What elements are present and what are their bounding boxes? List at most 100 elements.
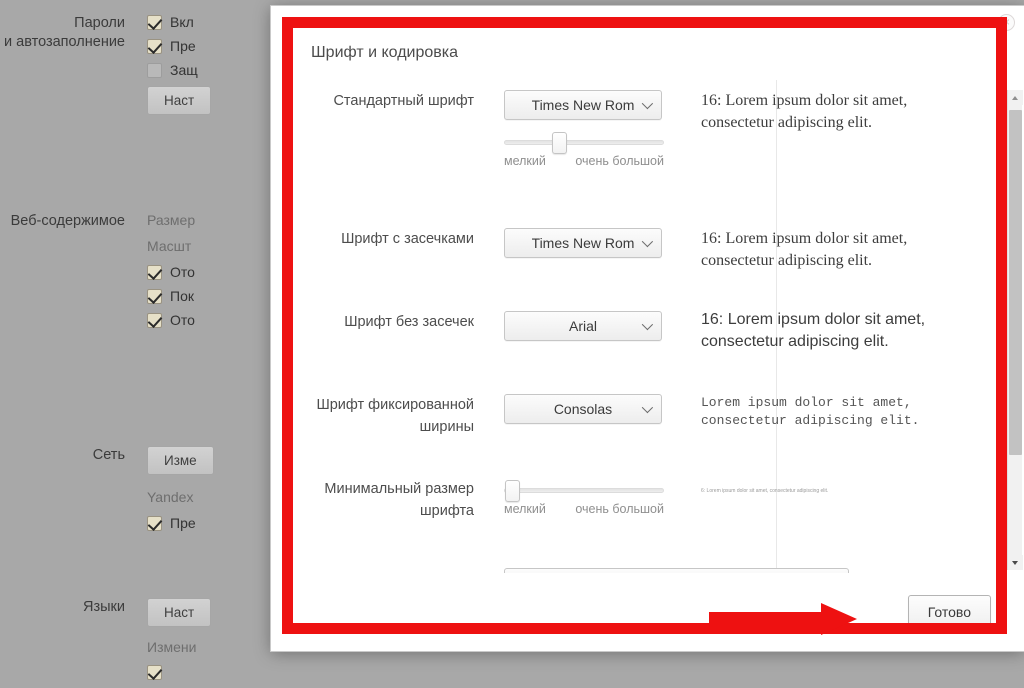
row-controls: Consolas (504, 394, 662, 424)
bg-checkbox-label: Защ (170, 62, 198, 78)
sans-font-sample: 16: Lorem ipsum dolor sit amet, consecte… (701, 311, 926, 350)
row-fixed-font: Шрифт фиксированной ширины Consolas (296, 394, 662, 438)
bg-section-languages: Языки Наст Измени (0, 598, 212, 688)
slider-track[interactable] (504, 132, 664, 154)
fixed-font-sample: Lorem ipsum dolor sit amet, consectetur … (701, 395, 920, 428)
bg-section-controls: Изме Yandex Пре (147, 446, 214, 539)
arrow-shaft (709, 612, 827, 626)
bg-checkbox-label: Вкл (170, 14, 194, 30)
bg-settings-button[interactable]: Наст (147, 598, 212, 627)
bg-static-text: Yandex (147, 489, 194, 505)
bg-checkbox-label: Пок (170, 288, 194, 304)
checkbox-icon[interactable] (147, 288, 162, 304)
min-font-size-slider[interactable]: мелкий очень большой (504, 480, 664, 516)
chevron-down-icon (641, 401, 654, 414)
row-controls: мелкий очень большой (504, 478, 664, 516)
min-font-size-sample: 6: Lorem ipsum dolor sit amet, consectet… (701, 488, 829, 494)
bg-checkbox-label: Ото (170, 312, 195, 328)
checkbox-icon[interactable] (147, 312, 162, 328)
select-value: Consolas (553, 401, 613, 417)
slider-track[interactable] (504, 480, 664, 502)
slider-labels: мелкий очень большой (504, 154, 664, 168)
chevron-down-icon (641, 318, 654, 331)
bg-section-network: Сеть Изме Yandex Пре (0, 446, 214, 539)
bg-section-label: Языки (83, 599, 125, 615)
row-serif-font: Шрифт с засечками Times New Rom (296, 228, 662, 258)
bg-section-label: Пароли и автозаполнение (4, 15, 125, 50)
dialog-title: Шрифт и кодировка (311, 44, 459, 61)
checkbox-icon[interactable] (147, 38, 162, 54)
scrollbar-up-button[interactable] (1008, 90, 1023, 105)
chevron-down-icon (641, 97, 654, 110)
scrollbar-down-button[interactable] (1008, 555, 1023, 570)
scrollbar-thumb[interactable] (1009, 110, 1022, 455)
row-label: Стандартный шрифт (333, 93, 474, 109)
row-controls: Arial (504, 311, 662, 341)
checkbox-icon[interactable] (147, 264, 162, 280)
checkbox-icon[interactable] (147, 665, 162, 680)
dialog-footer: Готово (271, 573, 1024, 651)
slider-thumb[interactable] (505, 480, 520, 502)
bg-section-controls: Наст Измени (147, 598, 212, 688)
row-controls: Times New Rom мелкий очень большой (504, 90, 664, 168)
bg-section-passwords: Пароли и автозаполнение Вкл Пре Защ Наст (0, 14, 212, 115)
slider-min-label: мелкий (504, 154, 546, 168)
checkbox-icon[interactable] (147, 14, 162, 30)
standard-font-size-slider[interactable]: мелкий очень большой (504, 132, 664, 168)
bg-section-controls: Вкл Пре Защ Наст (147, 14, 212, 115)
bg-static-text: Масшт (147, 238, 192, 254)
slider-max-label: очень большой (575, 154, 664, 168)
standard-font-select[interactable]: Times New Rom (504, 90, 662, 120)
chevron-down-icon (641, 235, 654, 248)
triangle-down-icon (1012, 561, 1018, 565)
bg-checkbox-row[interactable]: Ото (147, 264, 195, 280)
triangle-up-icon (1012, 96, 1018, 100)
bg-checkbox-label: Пре (170, 38, 196, 54)
select-value: Arial (568, 318, 597, 334)
slider-max-label: очень большой (575, 502, 664, 516)
sans-font-select[interactable]: Arial (504, 311, 662, 341)
slider-min-label: мелкий (504, 502, 546, 516)
bg-section-controls: Размер Масшт Ото Пок Ото (147, 212, 195, 336)
checkbox-icon[interactable] (147, 515, 162, 531)
bg-settings-button[interactable]: Наст (147, 86, 212, 115)
row-sans-font: Шрифт без засечек Arial (296, 311, 662, 341)
bg-checkbox-row[interactable]: Пре (147, 515, 214, 531)
bg-checkbox-row[interactable]: Вкл (147, 14, 211, 30)
bg-checkbox-label: Ото (170, 264, 195, 280)
row-label: Шрифт с засечками (341, 231, 474, 247)
slider-thumb[interactable] (552, 132, 568, 154)
serif-font-select[interactable]: Times New Rom (504, 228, 662, 258)
standard-font-sample: 16: Lorem ipsum dolor sit amet, consecte… (701, 92, 908, 131)
dialog-scroll-area: Шрифт и кодировка Стандартный шрифт Time… (271, 28, 1006, 573)
bg-static-text: Размер (147, 212, 196, 228)
bg-static-text: Измени (147, 639, 197, 655)
bg-section-label: Веб-содержимое (10, 213, 125, 229)
row-label: Минимальный размер шрифта (324, 481, 474, 519)
row-label: Шрифт фиксированной ширины (316, 397, 474, 435)
serif-font-sample: 16: Lorem ipsum dolor sit amet, consecte… (701, 230, 908, 269)
checkbox-icon[interactable] (147, 62, 162, 78)
bg-section-label: Сеть (92, 447, 125, 463)
row-label: Шрифт без засечек (344, 314, 474, 330)
annotation-arrow (709, 603, 869, 635)
bg-checkbox-row[interactable]: Пре (147, 38, 211, 54)
fixed-font-select[interactable]: Consolas (504, 394, 662, 424)
select-value: Times New Rom (531, 235, 635, 251)
bg-checkbox-row[interactable]: Пок (147, 288, 195, 304)
arrow-head-icon (821, 603, 857, 635)
font-encoding-dialog: × Шрифт и кодировка Стандартный шрифт Ti… (271, 6, 1024, 651)
done-button[interactable]: Готово (907, 595, 991, 629)
select-value: Times New Rom (531, 97, 635, 113)
bg-checkbox-row[interactable] (147, 665, 211, 680)
bg-checkbox-label: Пре (170, 515, 196, 531)
dialog-scrollbar[interactable] (1007, 90, 1023, 570)
slider-labels: мелкий очень большой (504, 502, 664, 516)
bg-checkbox-row[interactable]: Защ (147, 62, 211, 78)
row-standard-font: Стандартный шрифт Times New Rom мелкий о… (296, 90, 664, 168)
row-controls: Times New Rom (504, 228, 662, 258)
bg-section-webcontent: Веб-содержимое Размер Масшт Ото Пок Ото (0, 212, 195, 336)
bg-change-button[interactable]: Изме (147, 446, 214, 475)
bg-checkbox-row[interactable]: Ото (147, 312, 195, 328)
row-min-font-size: Минимальный размер шрифта мелкий очень б… (296, 478, 664, 522)
